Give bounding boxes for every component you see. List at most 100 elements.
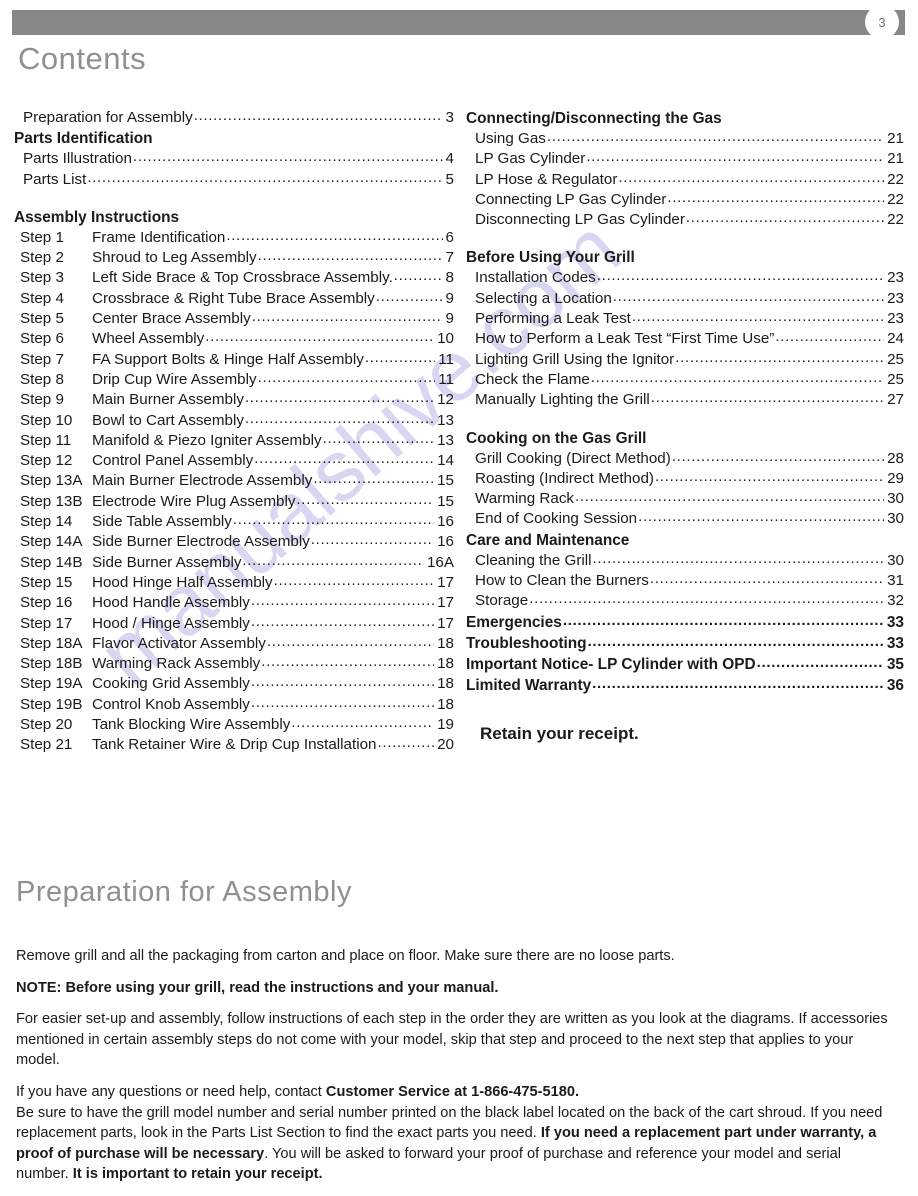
toc-entry[interactable]: Step 16 Hood Handle Assembly 17 xyxy=(14,593,454,613)
contents-heading: Contents xyxy=(18,41,147,76)
toc-section-header[interactable]: Connecting/Disconnecting the Gas xyxy=(466,108,904,129)
toc-entry[interactable]: Step 12 Control Panel Assembly 14 xyxy=(14,451,454,471)
toc-section-header[interactable]: Cooking on the Gas Grill xyxy=(466,428,904,449)
toc-entry[interactable]: Check the Flame 25 xyxy=(466,370,904,390)
toc-entry-label: Hood Hinge Half Assembly xyxy=(92,573,273,591)
toc-step-number: Step 1 xyxy=(20,228,64,246)
toc-entry[interactable]: Step 18B Warming Rack Assembly 18 xyxy=(14,654,454,674)
toc-entry[interactable]: Warming Rack 30 xyxy=(466,489,904,509)
toc-page-number: 18 xyxy=(437,695,454,713)
toc-entry[interactable]: Step 7 FA Support Bolts & Hinge Half Asse… xyxy=(14,350,454,370)
toc-leader-dots xyxy=(323,429,434,449)
toc-section-header[interactable]: Troubleshooting 33 xyxy=(466,633,904,654)
toc-entry[interactable]: Step 13A Main Burner Electrode Assembly 15 xyxy=(14,471,454,491)
toc-section-header[interactable]: Care and Maintenance xyxy=(466,530,904,551)
toc-page-number: 13 xyxy=(437,411,454,429)
preparation-body: Remove grill and all the packaging from … xyxy=(16,946,891,1196)
toc-entry-label: Assembly Instructions xyxy=(14,208,180,226)
toc-step-number: Step 19B xyxy=(20,695,83,713)
toc-entry[interactable]: Step 15 Hood Hinge Half Assembly 17 xyxy=(14,573,454,593)
toc-page-number: 18 xyxy=(437,675,454,693)
toc-entry[interactable]: Step 21 Tank Retainer Wire & Drip Cup Ins… xyxy=(14,735,454,755)
toc-entry[interactable]: Step 6 Wheel Assembly 10 xyxy=(14,329,454,349)
toc-entry[interactable]: Manually Lighting the Grill 27 xyxy=(466,390,904,410)
toc-entry[interactable]: Step 14B Side Burner Assembly 16A xyxy=(14,553,454,573)
toc-step-number: Step 21 xyxy=(20,736,73,754)
toc-entry-label: Before Using Your Grill xyxy=(466,249,635,267)
toc-leader-dots xyxy=(757,652,884,673)
toc-leader-dots xyxy=(251,591,434,611)
toc-section-header[interactable]: Assembly Instructions xyxy=(14,207,454,228)
toc-leader-dots xyxy=(252,307,443,327)
toc-section-header[interactable]: Before Using Your Grill xyxy=(466,247,904,268)
toc-page-number: 29 xyxy=(887,469,904,487)
toc-page-number: 18 xyxy=(437,655,454,673)
toc-entry[interactable]: Step 8 Drip Cup Wire Assembly 11 xyxy=(14,370,454,390)
toc-page-number: 32 xyxy=(887,592,904,610)
toc-entry[interactable]: LP Hose & Regulator 22 xyxy=(466,170,904,190)
toc-leader-dots xyxy=(529,589,884,609)
toc-entry[interactable]: Connecting LP Gas Cylinder 22 xyxy=(466,190,904,210)
toc-entry[interactable]: Performing a Leak Test 23 xyxy=(466,309,904,329)
toc-entry[interactable]: Lighting Grill Using the Ignitor 25 xyxy=(466,350,904,370)
toc-entry[interactable]: Grill Cooking (Direct Method) 28 xyxy=(466,449,904,469)
toc-page-number: 33 xyxy=(886,613,904,631)
toc-entry[interactable]: End of Cooking Session 30 xyxy=(466,509,904,529)
toc-entry[interactable]: Step 14 Side Table Assembly 16 xyxy=(14,512,454,532)
toc-entry[interactable]: Preparation for Assembly 3 xyxy=(14,108,454,128)
toc-entry-label: Warming Rack xyxy=(475,490,575,508)
toc-leader-dots xyxy=(251,612,434,632)
toc-entry-label: Selecting a Location xyxy=(475,289,612,307)
toc-entry[interactable]: Selecting a Location 23 xyxy=(466,289,904,309)
toc-entry[interactable]: Step 13B Electrode Wire Plug Assembly 15 xyxy=(14,492,454,512)
preparation-heading: Preparation for Assembly xyxy=(16,876,352,908)
toc-column-right: Connecting/Disconnecting the Gas Using Ga… xyxy=(466,108,904,744)
toc-entry[interactable]: Step 19A Cooking Grid Assembly 18 xyxy=(14,674,454,694)
toc-entry-label: Lighting Grill Using the Ignitor xyxy=(475,350,675,368)
toc-leader-dots xyxy=(593,549,885,569)
toc-entry[interactable]: Step 5 Center Brace Assembly 9 xyxy=(14,309,454,329)
toc-step-number: Step 4 xyxy=(20,289,64,307)
toc-entry[interactable]: Step 4 Crossbrace & Right Tube Brace Asse… xyxy=(14,289,454,309)
toc-entry[interactable]: Step 17 Hood / Hinge Assembly 17 xyxy=(14,614,454,634)
toc-entry[interactable]: Installation Codes 23 xyxy=(466,268,904,288)
toc-leader-dots xyxy=(592,673,884,694)
toc-entry-label: Disconnecting LP Gas Cylinder xyxy=(475,211,685,229)
toc-entry[interactable]: Disconnecting LP Gas Cylinder 22 xyxy=(466,210,904,230)
toc-entry-label: Limited Warranty xyxy=(466,676,592,694)
toc-entry[interactable]: Step 9 Main Burner Assembly 12 xyxy=(14,390,454,410)
toc-step-number: Step 7 xyxy=(20,350,64,368)
toc-entry[interactable]: Step 3 Left Side Brace & Top Crossbrace A… xyxy=(14,268,454,288)
toc-entry[interactable]: Step 19B Control Knob Assembly 18 xyxy=(14,695,454,715)
toc-entry-label: Preparation for Assembly xyxy=(23,109,193,126)
toc-entry-label: Drip Cup Wire Assembly xyxy=(92,370,257,388)
toc-section-header[interactable]: Important Notice- LP Cylinder with OPD 35 xyxy=(466,654,904,675)
toc-spacer xyxy=(466,411,904,428)
toc-entry[interactable]: Using Gas 21 xyxy=(466,129,904,149)
toc-entry[interactable]: Parts List 5 xyxy=(14,170,454,190)
toc-entry[interactable]: Step 2 Shroud to Leg Assembly 7 xyxy=(14,248,454,268)
toc-leader-dots xyxy=(254,449,434,469)
toc-entry[interactable]: How to Perform a Leak Test “First Time U… xyxy=(466,329,904,349)
toc-entry[interactable]: Step 14A Side Burner Electrode Assembly 16 xyxy=(14,532,454,552)
toc-entry[interactable]: Step 18A Flavor Activator Assembly 18 xyxy=(14,634,454,654)
toc-page-number: 3 xyxy=(445,109,454,126)
toc-entry[interactable]: Parts Illustration 4 xyxy=(14,149,454,169)
toc-page-number: 8 xyxy=(445,269,454,287)
toc-entry[interactable]: Step 1 Frame Identification 6 xyxy=(14,228,454,248)
toc-leader-dots xyxy=(233,510,434,530)
toc-entry[interactable]: Storage 32 xyxy=(466,591,904,611)
toc-entry[interactable]: Step 10 Bowl to Cart Assembly 13 xyxy=(14,411,454,431)
toc-entry[interactable]: How to Clean the Burners 31 xyxy=(466,571,904,591)
toc-section-header[interactable]: Parts Identification xyxy=(14,128,454,149)
toc-section-header[interactable]: Limited Warranty 36 xyxy=(466,675,904,696)
toc-entry[interactable]: Cleaning the Grill 30 xyxy=(466,551,904,571)
toc-entry[interactable]: LP Gas Cylinder 21 xyxy=(466,149,904,169)
toc-step-number: Step 20 xyxy=(20,716,73,734)
toc-entry[interactable]: Step 20 Tank Blocking Wire Assembly 19 xyxy=(14,715,454,735)
toc-entry[interactable]: Roasting (Indirect Method) 29 xyxy=(466,469,904,489)
emphasis-text: NOTE: Before using your grill, read the … xyxy=(16,979,499,996)
toc-entry[interactable]: Step 11 Manifold & Piezo Igniter Assembly… xyxy=(14,431,454,451)
toc-section-header[interactable]: Emergencies 33 xyxy=(466,612,904,633)
toc-leader-dots xyxy=(632,307,884,327)
